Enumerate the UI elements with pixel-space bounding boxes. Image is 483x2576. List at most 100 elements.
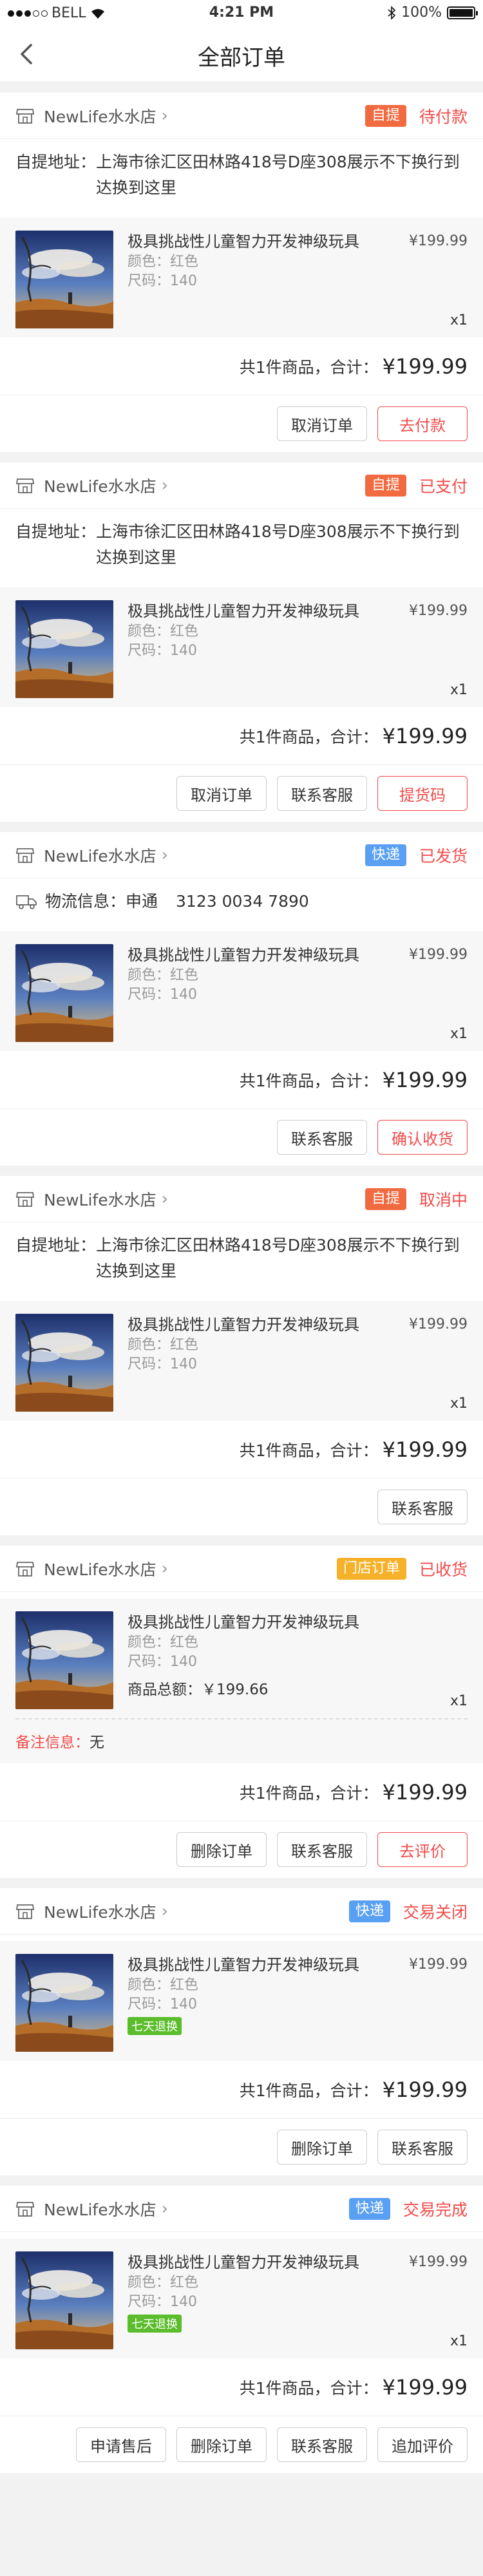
product-thumbnail[interactable] <box>15 600 113 698</box>
store-name[interactable]: NewLife水水店 <box>44 844 156 867</box>
action-button[interactable]: 联系客服 <box>277 776 367 811</box>
summary-text: 共1件商品，合计： <box>239 357 379 377</box>
truck-icon <box>16 895 37 909</box>
order-header[interactable]: NewLife水水店 › 快递 交易关闭 <box>0 1888 483 1935</box>
action-button[interactable]: 确认收货 <box>377 1120 468 1155</box>
order-summary: 共1件商品，合计： ¥199.99 <box>0 1421 483 1479</box>
product-name: 极具挑战性儿童智力开发神级玩具 <box>128 1613 359 1631</box>
address-text: 上海市徐汇区田林路418号D座308展示不下换行到达换到这里 <box>96 1236 460 1280</box>
order-card: NewLife水水店 › 快递 已发货 物流信息： 申通 3123 0034 7890 极具挑… <box>0 832 483 1166</box>
action-button[interactable]: 删除订单 <box>277 2130 367 2164</box>
product-info: 极具挑战性儿童智力开发神级玩具 ¥199.99 颜色：红色 尺码：140 x1 <box>128 231 468 328</box>
store-name[interactable]: NewLife水水店 <box>44 2197 156 2221</box>
store-name[interactable]: NewLife水水店 <box>44 104 156 128</box>
action-button[interactable]: 联系客服 <box>277 1120 367 1155</box>
product-item[interactable]: 极具挑战性儿童智力开发神级玩具 ¥199.99 颜色：红色 尺码：140 x1 <box>0 218 483 337</box>
order-card: NewLife水水店 › 门店订单 已收货 极具挑战性儿童智力开发神级玩具 颜色：红色 尺码… <box>0 1546 483 1878</box>
chevron-right-icon[interactable]: › <box>162 476 168 495</box>
order-status: 已发货 <box>419 846 468 866</box>
action-button[interactable]: 提货码 <box>377 776 468 811</box>
chevron-right-icon[interactable]: › <box>162 106 168 126</box>
action-button[interactable]: 取消订单 <box>277 406 367 441</box>
order-status: 已收货 <box>419 1560 468 1579</box>
order-total: ¥199.99 <box>382 723 468 748</box>
order-actions: 删除订单 联系客服 <box>0 2119 483 2175</box>
order-header[interactable]: NewLife水水店 › 门店订单 已收货 <box>0 1546 483 1592</box>
logistics-label: 物流信息： <box>45 892 126 911</box>
product-quantity: x1 <box>450 682 468 698</box>
chevron-right-icon[interactable]: › <box>162 846 168 865</box>
action-button[interactable]: 取消订单 <box>176 776 267 811</box>
order-status: 已支付 <box>419 477 468 496</box>
order-card: NewLife水水店 › 自提 已支付自提地址： 上海市徐汇区田林路418号D座308展… <box>0 462 483 822</box>
product-item[interactable]: 极具挑战性儿童智力开发神级玩具 ¥199.99 颜色：红色 尺码：140 七天退换 <box>0 1941 483 2061</box>
product-info: 极具挑战性儿童智力开发神级玩具 ¥199.99 颜色：红色 尺码：140 x1 <box>128 600 468 698</box>
store-name[interactable]: NewLife水水店 <box>44 1557 156 1580</box>
product-item[interactable]: 极具挑战性儿童智力开发神级玩具 ¥199.99 颜色：红色 尺码：140 x1 <box>0 587 483 707</box>
product-item[interactable]: 极具挑战性儿童智力开发神级玩具 ¥199.99 颜色：红色 尺码：140 x1 <box>0 1301 483 1421</box>
action-button[interactable]: 联系客服 <box>377 2130 468 2164</box>
order-total: ¥199.99 <box>382 1067 468 1092</box>
chevron-right-icon[interactable]: › <box>162 1902 168 1921</box>
product-item[interactable]: 极具挑战性儿童智力开发神级玩具 ¥199.99 颜色：红色 尺码：140 七天退换 x1 <box>0 2239 483 2358</box>
product-color: 颜色：红色 <box>128 1634 199 1651</box>
order-list: NewLife水水店 › 自提 待付款 自提地址： 上海市徐汇区田林路418号D座308展… <box>0 82 483 2473</box>
product-size: 尺码：140 <box>128 273 197 289</box>
order-header[interactable]: NewLife水水店 › 快递 已发货 <box>0 832 483 878</box>
address-label: 自提地址： <box>15 522 97 541</box>
product-thumbnail[interactable] <box>15 1611 113 1709</box>
store-name[interactable]: NewLife水水店 <box>44 1900 156 1923</box>
order-summary: 共1件商品，合计： ¥199.99 <box>0 2358 483 2416</box>
order-status: 待付款 <box>419 107 468 126</box>
chevron-right-icon[interactable]: › <box>162 2199 168 2219</box>
product-price: ¥199.99 <box>409 1316 468 1332</box>
product-item[interactable]: 极具挑战性儿童智力开发神级玩具 颜色：红色 尺码：140 商品总额：￥199.66 x1 <box>0 1598 483 1718</box>
action-button[interactable]: 删除订单 <box>176 1832 267 1867</box>
order-summary: 共1件商品，合计： ¥199.99 <box>0 1763 483 1821</box>
store-name[interactable]: NewLife水水店 <box>44 1188 156 1211</box>
order-header[interactable]: NewLife水水店 › 快递 交易完成 <box>0 2186 483 2232</box>
order-actions: 取消订单 去付款 <box>0 395 483 452</box>
action-button[interactable]: 去付款 <box>377 406 468 441</box>
order-actions: 取消订单 联系客服 提货码 <box>0 765 483 822</box>
action-button[interactable]: 追加评价 <box>377 2427 468 2462</box>
product-thumbnail[interactable] <box>15 944 113 1042</box>
chevron-right-icon[interactable]: › <box>162 1189 168 1209</box>
pickup-address: 自提地址： 上海市徐汇区田林路418号D座308展示不下换行到达换到这里 <box>0 509 483 581</box>
product-thumbnail[interactable] <box>15 2251 113 2349</box>
chevron-right-icon[interactable]: › <box>162 1559 168 1578</box>
product-thumbnail[interactable] <box>15 231 113 328</box>
order-header[interactable]: NewLife水水店 › 自提 取消中 <box>0 1176 483 1222</box>
delivery-tag: 自提 <box>365 474 406 497</box>
action-button[interactable]: 联系客服 <box>377 1490 468 1524</box>
order-status: 取消中 <box>419 1190 468 1209</box>
order-header[interactable]: NewLife水水店 › 自提 已支付 <box>0 462 483 509</box>
delivery-tag: 自提 <box>365 104 406 127</box>
order-summary: 共1件商品，合计： ¥199.99 <box>0 707 483 765</box>
logistics-info[interactable]: 物流信息： 申通 3123 0034 7890 <box>0 878 483 925</box>
action-button[interactable]: 联系客服 <box>277 1832 367 1867</box>
address-text: 上海市徐汇区田林路418号D座308展示不下换行到达换到这里 <box>96 522 460 567</box>
action-button[interactable]: 去评价 <box>377 1832 468 1867</box>
action-button[interactable]: 联系客服 <box>277 2427 367 2462</box>
product-size: 尺码：140 <box>128 1996 197 2012</box>
remark-label: 备注信息： <box>15 1734 90 1751</box>
summary-text: 共1件商品，合计： <box>239 2378 379 2398</box>
product-quantity: x1 <box>450 1693 468 1709</box>
action-button[interactable]: 申请售后 <box>76 2427 166 2462</box>
order-actions: 联系客服 确认收货 <box>0 1109 483 1166</box>
battery-icon <box>447 6 478 19</box>
product-color: 颜色：红色 <box>128 254 199 270</box>
order-header[interactable]: NewLife水水店 › 自提 待付款 <box>0 93 483 139</box>
product-quantity: x1 <box>450 2333 468 2349</box>
delivery-tag: 自提 <box>365 1188 406 1210</box>
nav-bar: 全部订单 <box>0 26 483 82</box>
product-thumbnail[interactable] <box>15 1954 113 2052</box>
summary-text: 共1件商品，合计： <box>239 1441 379 1460</box>
product-thumbnail[interactable] <box>15 1314 113 1412</box>
product-quantity: x1 <box>450 312 468 328</box>
product-item[interactable]: 极具挑战性儿童智力开发神级玩具 ¥199.99 颜色：红色 尺码：140 x1 <box>0 931 483 1051</box>
summary-text: 共1件商品，合计： <box>239 1783 379 1803</box>
store-name[interactable]: NewLife水水店 <box>44 474 156 497</box>
action-button[interactable]: 删除订单 <box>176 2427 267 2462</box>
